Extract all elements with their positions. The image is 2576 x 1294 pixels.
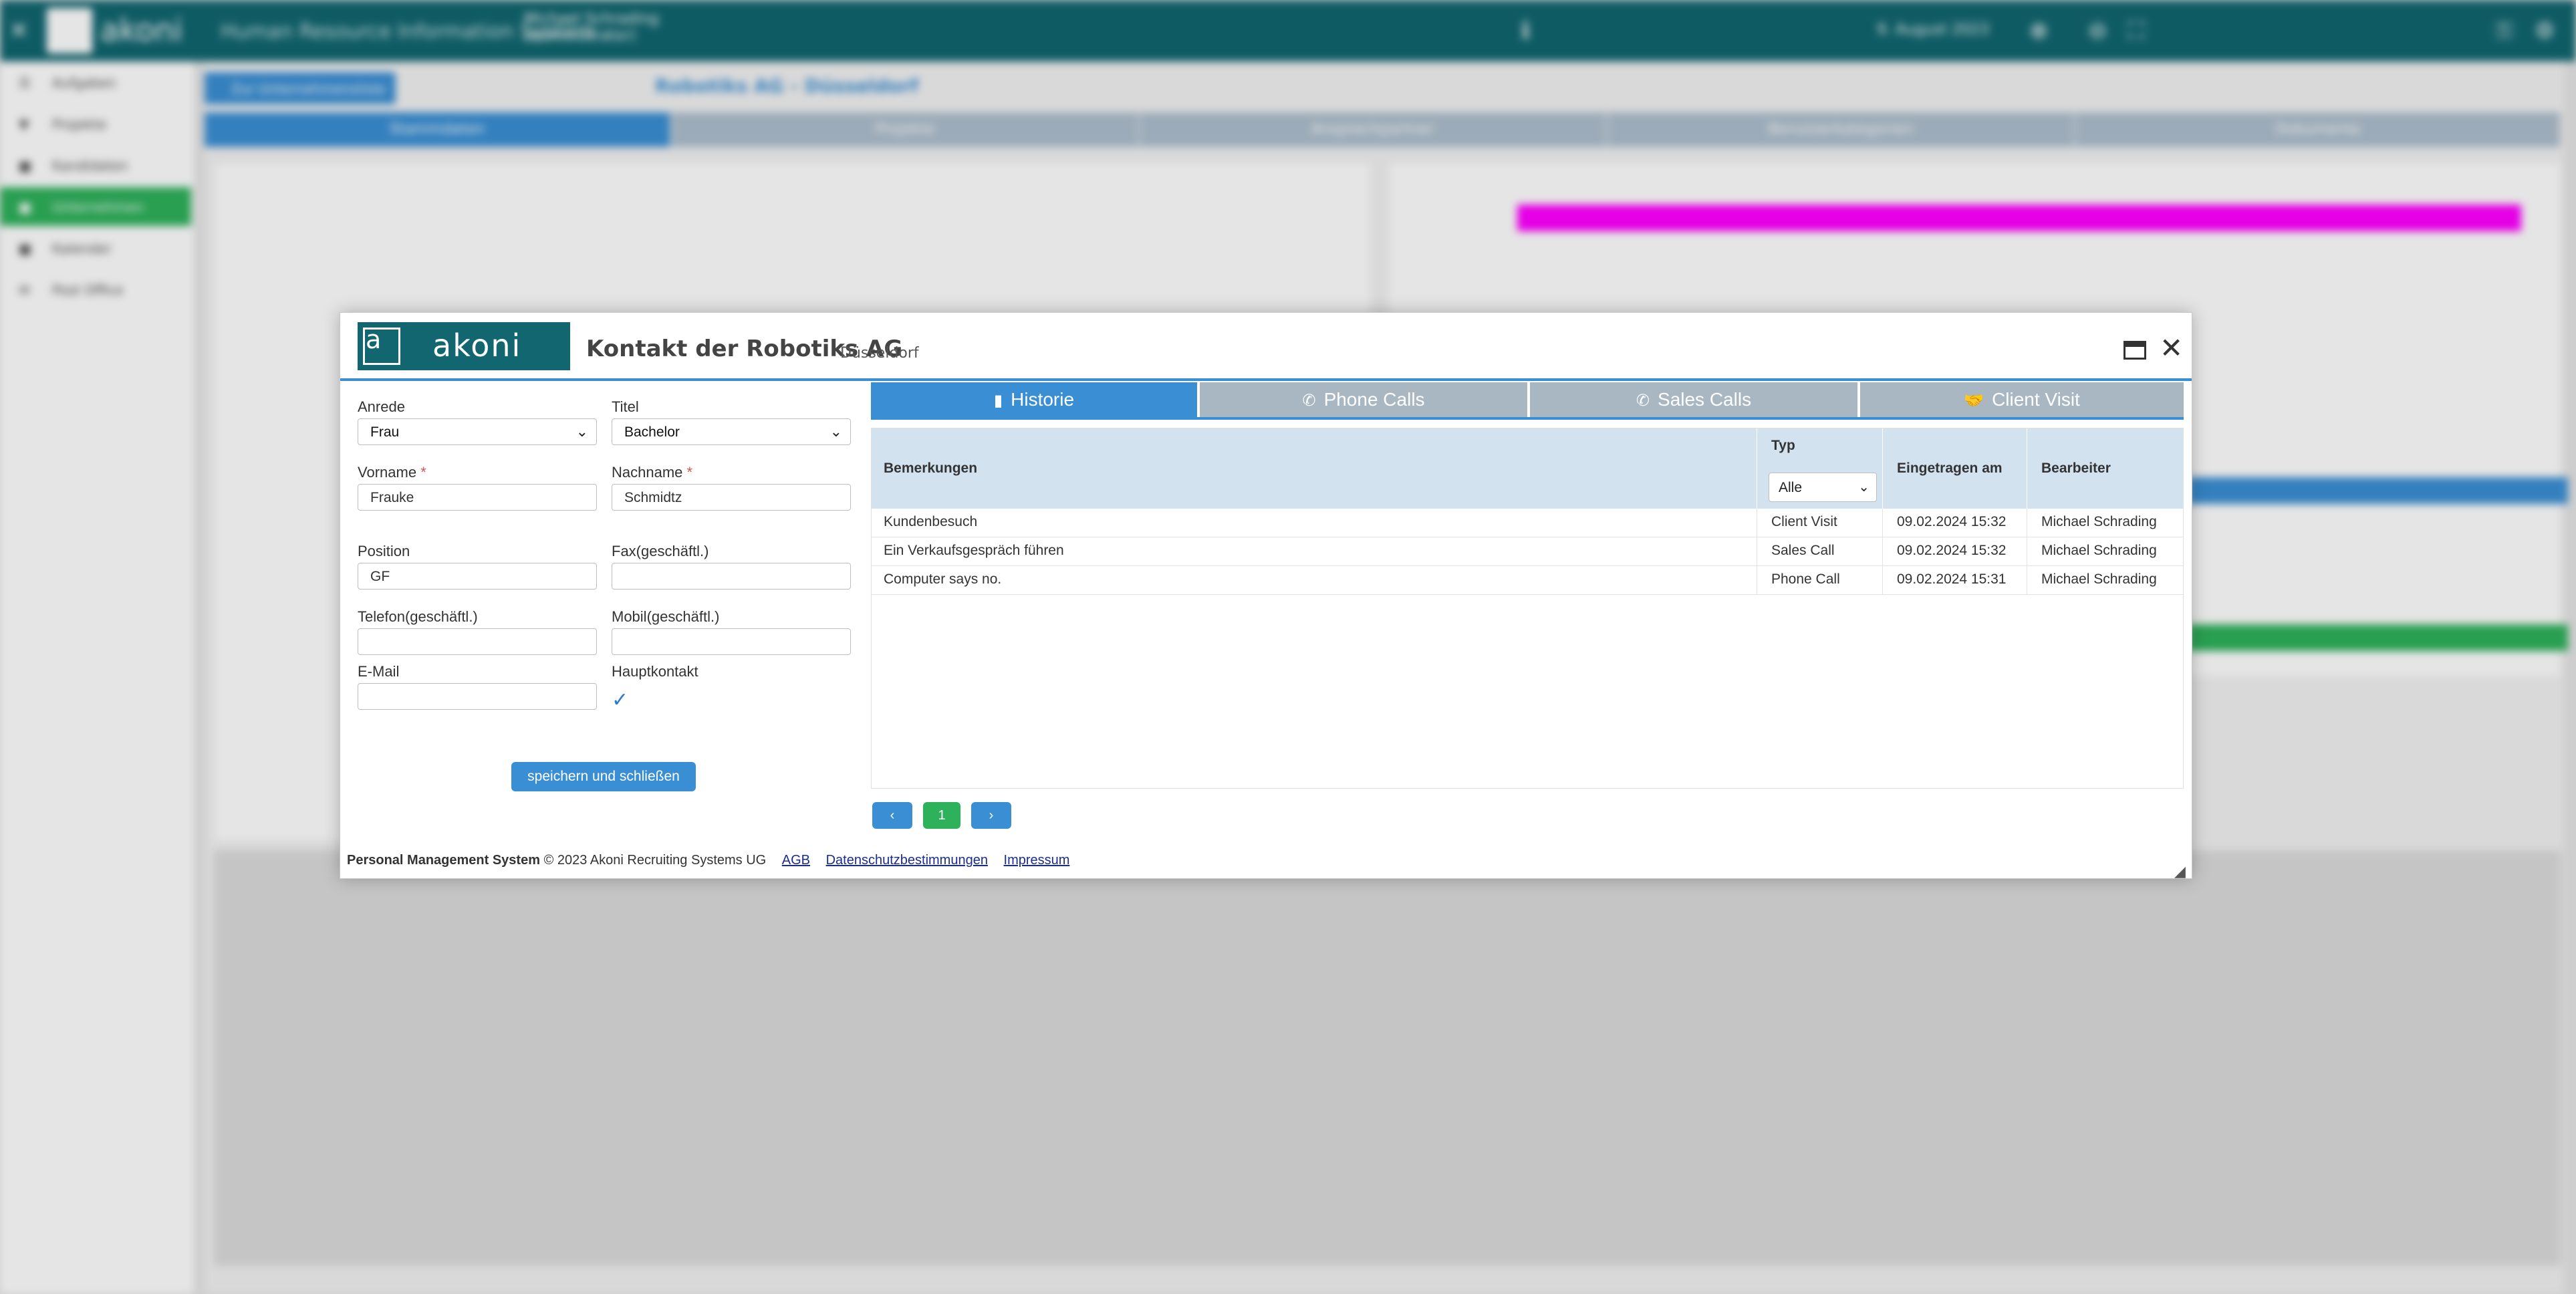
akoni-logo: a akoni [358,322,570,370]
footer-link-agb[interactable]: AGB [782,853,810,868]
tab-phone-calls[interactable]: ✆ Phone Calls [1200,382,1527,417]
tab-label: Phone Calls [1323,389,1425,410]
fax-input[interactable] [612,563,851,590]
hauptkontakt-label: Hauptkontakt [612,663,698,680]
tab-sales-calls[interactable]: ✆ Sales Calls [1530,382,1857,417]
anrede-label: Anrede [358,398,405,415]
fax-label: Fax(geschäftl.) [612,543,709,559]
dialog-footer: Personal Management System © 2023 Akoni … [347,853,1069,868]
tab-historie[interactable]: ▮ Historie [871,382,1197,417]
cell-divider [1882,509,1883,537]
handshake-icon: 🤝 [1964,392,1984,410]
footer-link-impressum[interactable]: Impressum [1004,853,1070,868]
titel-value: Bachelor [624,424,680,440]
cell-datum: 09.02.2024 15:32 [1897,514,2007,529]
pagination-prev-button[interactable]: ‹ [872,802,912,829]
vorname-input[interactable]: Frauke [358,484,597,511]
cell-bemerkung: Computer says no. [884,571,1002,587]
anrede-value: Frau [370,424,400,440]
tab-label: Historie [1011,389,1075,410]
cell-datum: 09.02.2024 15:31 [1897,571,2007,587]
maximize-icon[interactable] [2123,341,2146,360]
cell-datum: 09.02.2024 15:32 [1897,543,2007,558]
cell-typ: Phone Call [1771,571,1840,587]
cell-typ: Client Visit [1771,514,1837,529]
titel-label: Titel [612,398,639,415]
table-row[interactable]: Ein Verkaufsgespräch führen Sales Call 0… [872,537,2183,566]
logo-letter: a [366,325,382,354]
close-icon[interactable]: ✕ [2160,332,2183,364]
tab-underline [871,417,2184,420]
mobil-input[interactable] [612,628,851,655]
vorname-label: Vorname * [358,464,426,481]
type-filter-select[interactable]: Alle ⌄ [1769,473,1877,502]
required-marker: * [686,464,693,481]
position-input[interactable]: GF [358,563,597,590]
book-icon: ▮ [993,392,1003,410]
chevron-down-icon: ⌄ [575,423,588,440]
chevron-down-icon: ⌄ [1858,480,1870,495]
hauptkontakt-checkbox[interactable]: ✓ [612,688,628,712]
required-marker: * [420,464,426,481]
pagination-next-button[interactable]: › [971,802,1011,829]
header-typ[interactable]: Typ [1771,438,1795,454]
footer-system-name: Personal Management System [347,853,540,868]
cell-bearbeiter: Michael Schrading [2041,514,2157,529]
chevron-down-icon: ⌄ [829,423,842,440]
table-row[interactable]: Kundenbesuch Client Visit 09.02.2024 15:… [872,509,2183,537]
dialog-location: Düsseldorf [840,345,919,362]
mobil-label: Mobil(geschäftl.) [612,608,720,625]
vorname-label-text: Vorname [358,464,417,481]
phone-icon: ✆ [1302,392,1316,410]
cell-bemerkung: Kundenbesuch [884,514,978,529]
anrede-select[interactable]: Frau ⌄ [358,418,597,445]
cell-divider [1882,566,1883,594]
header-divider [1882,428,1883,509]
tab-label: Sales Calls [1658,389,1752,410]
phone-icon: ✆ [1636,392,1650,410]
cell-bearbeiter: Michael Schrading [2041,543,2157,558]
logo-word: akoni [432,328,522,364]
history-table: Bemerkungen Typ Alle ⌄ Eingetragen am Bea… [871,428,2184,789]
pagination-page-1[interactable]: 1 [923,802,960,829]
header-eingetragen[interactable]: Eingetragen am [1897,461,2003,477]
nachname-label: Nachname * [612,464,692,481]
cell-typ: Sales Call [1771,543,1835,558]
nachname-label-text: Nachname [612,464,683,481]
telefon-input[interactable] [358,628,597,655]
titel-select[interactable]: Bachelor ⌄ [612,418,851,445]
email-label: E-Mail [358,663,400,680]
header-bemerkungen[interactable]: Bemerkungen [884,461,977,477]
footer-copyright: © 2023 Akoni Recruiting Systems UG [543,853,767,868]
dialog-header: a akoni Kontakt der Robotiks AG Düsseldo… [340,313,2192,381]
save-and-close-button[interactable]: speichern und schließen [511,762,696,791]
table-header: Bemerkungen Typ Alle ⌄ Eingetragen am Bea… [872,428,2183,509]
header-bearbeiter[interactable]: Bearbeiter [2041,461,2111,477]
table-row[interactable]: Computer says no. Phone Call 09.02.2024 … [872,566,2183,595]
cell-divider [1882,537,1883,565]
position-label: Position [358,543,410,559]
resize-handle-icon[interactable]: ◢ [2174,864,2186,880]
tab-client-visit[interactable]: 🤝 Client Visit [1860,382,2184,417]
cell-bemerkung: Ein Verkaufsgespräch führen [884,543,1064,558]
cell-bearbeiter: Michael Schrading [2041,571,2157,587]
telefon-label: Telefon(geschäftl.) [358,608,478,625]
type-filter-value: Alle [1779,480,1803,495]
footer-link-datenschutz[interactable]: Datenschutzbestimmungen [826,853,988,868]
tab-label: Client Visit [1992,389,2080,410]
nachname-input[interactable]: Schmidtz [612,484,851,511]
email-input[interactable] [358,683,597,710]
contact-dialog: a akoni Kontakt der Robotiks AG Düsseldo… [340,312,2192,880]
